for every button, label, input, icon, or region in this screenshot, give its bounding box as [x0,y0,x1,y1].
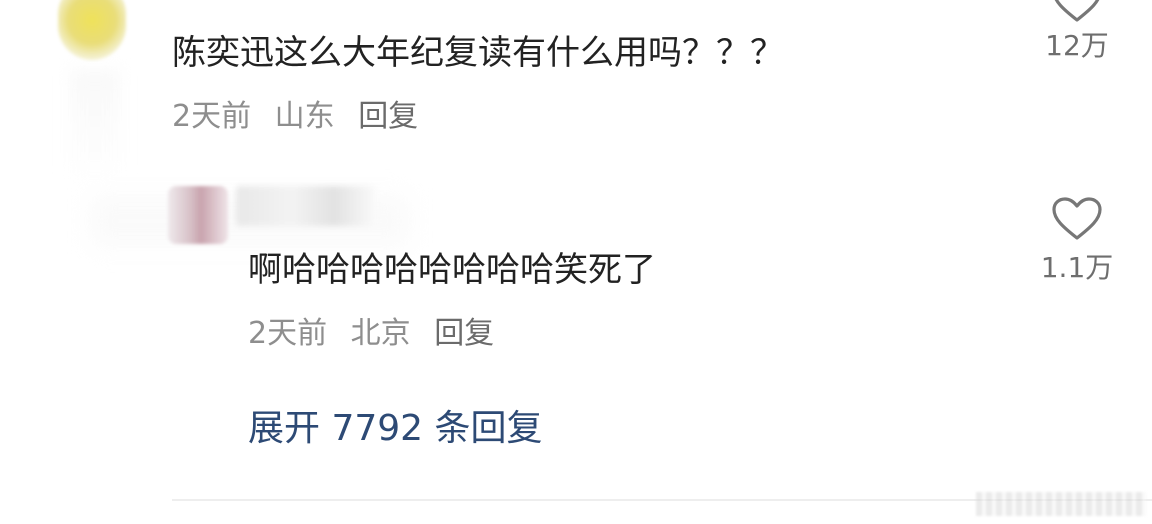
heart-outline-icon[interactable] [1032,0,1122,24]
comment-meta: 2天前 山东 回复 [172,97,432,137]
watermark [976,492,1146,516]
reply-like[interactable]: 1.1万 [1032,196,1122,286]
comment-like-count: 12万 [1045,29,1109,62]
reply-time: 2天前 [248,316,328,351]
comment-text: 陈奕迅这么大年纪复读有什么用吗？？？ [172,33,784,73]
reply-location: 北京 [350,316,411,351]
replier-avatar[interactable] [168,186,228,244]
comment-thread: 陈奕迅这么大年纪复读有什么用吗？？？ 2天前 山东 回复 12万 啊哈哈哈哈哈哈… [0,0,1152,524]
reply-meta: 2天前 北京 回复 [248,314,508,354]
comment-location: 山东 [274,99,335,134]
comment-reply-button[interactable]: 回复 [358,99,418,134]
commenter-avatar[interactable] [58,0,126,60]
comment-time: 2天前 [172,99,252,134]
replier-name-blurred[interactable] [236,186,376,226]
expand-replies-button[interactable]: 展开 7792 条回复 [248,405,543,453]
avatar-shadow [70,70,120,180]
reply-like-count: 1.1万 [1040,251,1114,284]
comment-like[interactable]: 12万 [1032,0,1122,64]
reply-text: 啊哈哈哈哈哈哈哈哈笑死了 [248,250,656,290]
heart-outline-icon[interactable] [1032,196,1122,242]
reply-reply-button[interactable]: 回复 [434,316,494,351]
